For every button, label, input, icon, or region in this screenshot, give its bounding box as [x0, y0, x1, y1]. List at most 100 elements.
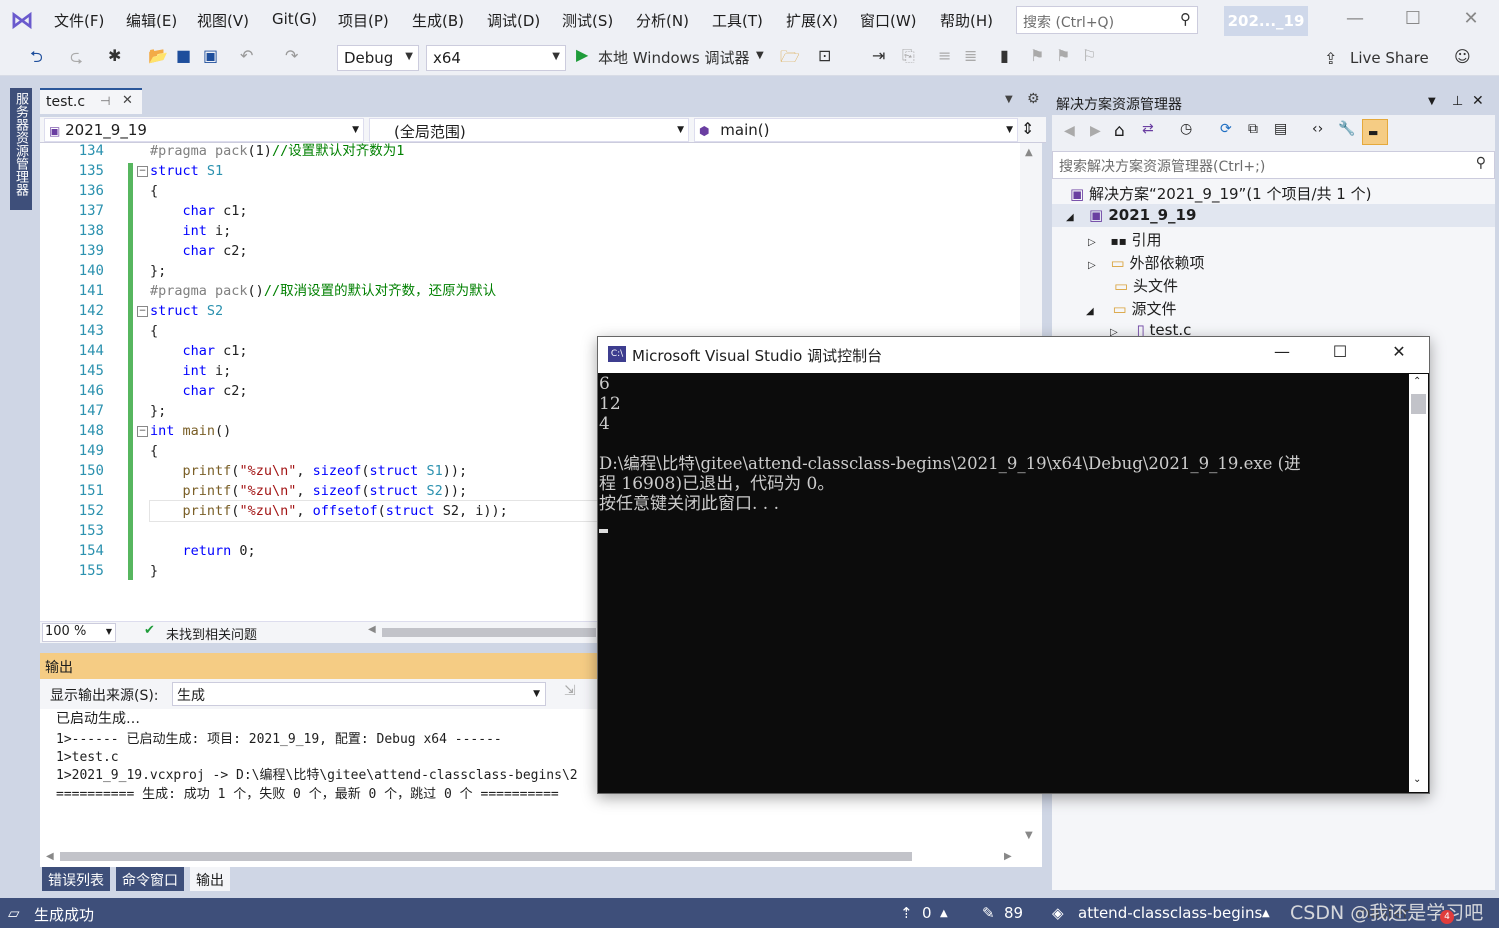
notification-badge[interactable]: 4 [1440, 910, 1454, 924]
menu-tools[interactable]: 工具(T) [712, 10, 763, 31]
platform-select[interactable]: x64 ▼ [426, 45, 566, 71]
repo-name[interactable]: attend-classclass-begins [1078, 904, 1262, 922]
menu-git[interactable]: Git(G) [272, 10, 317, 28]
switch-views-icon[interactable]: ⇄ [1142, 121, 1154, 137]
next-bookmark-icon[interactable]: ⚑ [1056, 46, 1070, 65]
collapse-all-icon[interactable]: ⧉ [1248, 121, 1258, 137]
scroll-down-icon[interactable]: ▼ [1025, 830, 1033, 841]
window-layout-icon[interactable]: ⎘ [902, 46, 915, 66]
output-source-select[interactable]: 生成 ▼ [172, 682, 546, 706]
output-horizontal-scroll-thumb[interactable] [60, 852, 912, 861]
step-icon[interactable]: ⇥ [872, 46, 885, 65]
scroll-left-icon[interactable]: ◀ [46, 851, 54, 862]
zoom-select[interactable]: 100 % ▼ [42, 623, 116, 642]
menu-window[interactable]: 窗口(W) [860, 10, 917, 31]
scroll-up-icon[interactable]: ▲ [1025, 147, 1033, 158]
menu-extensions[interactable]: 扩展(X) [786, 10, 838, 31]
redo-icon[interactable]: ↷ [285, 46, 298, 65]
console-scrollbar[interactable]: ⌃ ⌄ [1409, 374, 1428, 792]
menu-file[interactable]: 文件(F) [54, 10, 104, 31]
solution-search-input[interactable]: 搜索解决方案资源管理器(Ctrl+;) ⚲ [1052, 151, 1495, 179]
horizontal-scroll-thumb[interactable] [382, 628, 596, 637]
run-play-icon[interactable]: ▶ [576, 45, 588, 64]
scroll-right-icon[interactable]: ▶ [1004, 851, 1012, 862]
forward-icon[interactable]: ▶ [1090, 123, 1101, 139]
minimize-button[interactable]: — [1340, 8, 1370, 32]
debug-console-window[interactable] [597, 336, 1430, 794]
project-nav-select[interactable]: ▣ 2021_9_19 ▼ [44, 118, 364, 142]
chevron-down-icon[interactable]: ▼ [756, 50, 764, 61]
member-nav-select[interactable]: ⬢ main() ▼ [694, 118, 1018, 142]
screenshot-icon[interactable]: ⊡ [818, 46, 831, 65]
pin-icon[interactable]: ⊥ [1452, 94, 1463, 109]
feedback-icon[interactable]: ☺ [1454, 47, 1471, 66]
pending-changes-filter-icon[interactable]: ◷ [1180, 121, 1192, 137]
tree-external-deps-node[interactable]: ▷ ▭ 外部依赖项 [1088, 252, 1204, 273]
chevron-down-icon[interactable]: ▼ [1428, 96, 1436, 107]
menu-debug[interactable]: 调试(D) [487, 10, 540, 31]
menu-edit[interactable]: 编辑(E) [126, 10, 177, 31]
back-nav-icon[interactable]: ⮌ [30, 46, 43, 73]
tree-project-node[interactable]: ◢ ▣ 2021_9_19 [1066, 206, 1196, 224]
fold-collapse-icon[interactable]: − [137, 426, 148, 437]
sync-icon[interactable]: ⟳ [1220, 121, 1232, 137]
live-share-button[interactable]: Live Share [1350, 49, 1429, 67]
console-scroll-thumb[interactable] [1411, 394, 1426, 414]
menu-help[interactable]: 帮助(H) [940, 10, 993, 31]
menu-analyze[interactable]: 分析(N) [636, 10, 689, 31]
comment-icon[interactable]: ≡ [938, 46, 951, 65]
close-tab-icon[interactable]: ✕ [122, 93, 133, 108]
changes-count[interactable]: 89 [1004, 904, 1023, 922]
preview-selected-button[interactable]: ▬ [1362, 119, 1388, 145]
tree-header-files-node[interactable]: ▭ 头文件 [1114, 275, 1178, 296]
pin-icon[interactable]: ⊣ [100, 94, 110, 108]
configuration-select[interactable]: Debug ▼ [337, 45, 419, 71]
forward-nav-icon[interactable]: ⮎ [70, 46, 83, 73]
tab-command-window[interactable]: 命令窗口 [116, 867, 184, 891]
bookmark-icon[interactable]: ▮ [1000, 46, 1009, 65]
home-icon[interactable]: ⌂ [1114, 121, 1125, 141]
menu-test[interactable]: 测试(S) [562, 10, 613, 31]
server-explorer-tab[interactable]: 服务器资源管理器 [10, 88, 32, 210]
view-code-icon[interactable]: ‹› [1312, 121, 1323, 137]
push-count[interactable]: 0 [922, 904, 932, 922]
find-message-icon[interactable]: ⇲ [564, 683, 576, 699]
pencil-icon[interactable]: ✎ [982, 904, 995, 922]
tab-output[interactable]: 输出 [190, 867, 230, 891]
clear-bookmarks-icon[interactable]: ⚐ [1082, 46, 1096, 65]
uncomment-icon[interactable]: ≣ [964, 46, 977, 65]
live-share-icon[interactable]: ⇪ [1324, 49, 1337, 68]
save-icon[interactable]: ■ [176, 46, 191, 65]
close-button[interactable]: ✕ [1456, 8, 1486, 32]
console-close-button[interactable]: ✕ [1379, 342, 1419, 366]
split-editor-icon[interactable]: ⇕ [1021, 119, 1034, 138]
fold-collapse-icon[interactable]: − [137, 306, 148, 317]
scope-nav-select[interactable]: (全局范围) ▼ [369, 118, 689, 142]
menu-project[interactable]: 项目(P) [338, 10, 389, 31]
tab-test-c[interactable]: test.c ⊣ ✕ [40, 88, 142, 114]
issues-status[interactable]: 未找到相关问题 [166, 624, 257, 643]
close-panel-icon[interactable]: ✕ [1472, 93, 1484, 109]
global-search-input[interactable]: 搜索 (Ctrl+Q) ⚲ [1016, 6, 1198, 34]
new-item-icon[interactable]: ✱ [108, 46, 121, 65]
menu-view[interactable]: 视图(V) [197, 10, 249, 31]
open-folder-icon[interactable]: 📂 [148, 46, 168, 65]
tree-solution-node[interactable]: ▣ 解决方案“2021_9_19”(1 个项目/共 1 个) [1070, 183, 1371, 204]
properties-wrench-icon[interactable]: 🔧 [1338, 121, 1355, 137]
find-in-files-icon[interactable]: 🗁 [780, 46, 800, 73]
scroll-down-icon[interactable]: ⌄ [1413, 774, 1421, 785]
tree-references-node[interactable]: ▷ ▪▪ 引用 [1088, 229, 1162, 250]
run-debugger-button[interactable]: 本地 Windows 调试器 [598, 47, 750, 68]
console-maximize-button[interactable]: ☐ [1320, 342, 1360, 366]
console-minimize-button[interactable]: — [1262, 342, 1302, 366]
fold-collapse-icon[interactable]: − [137, 166, 148, 177]
save-all-icon[interactable]: ▣ [203, 46, 218, 65]
back-icon[interactable]: ◀ [1064, 123, 1075, 139]
settings-gear-icon[interactable]: ⚙ [1027, 91, 1040, 107]
prev-bookmark-icon[interactable]: ⚑ [1030, 46, 1044, 65]
undo-icon[interactable]: ↶ [240, 46, 253, 65]
maximize-button[interactable]: ☐ [1398, 8, 1428, 32]
scroll-up-icon[interactable]: ⌃ [1413, 376, 1421, 387]
menu-build[interactable]: 生成(B) [412, 10, 464, 31]
tree-source-files-node[interactable]: ◢ ▭ 源文件 [1086, 298, 1176, 319]
